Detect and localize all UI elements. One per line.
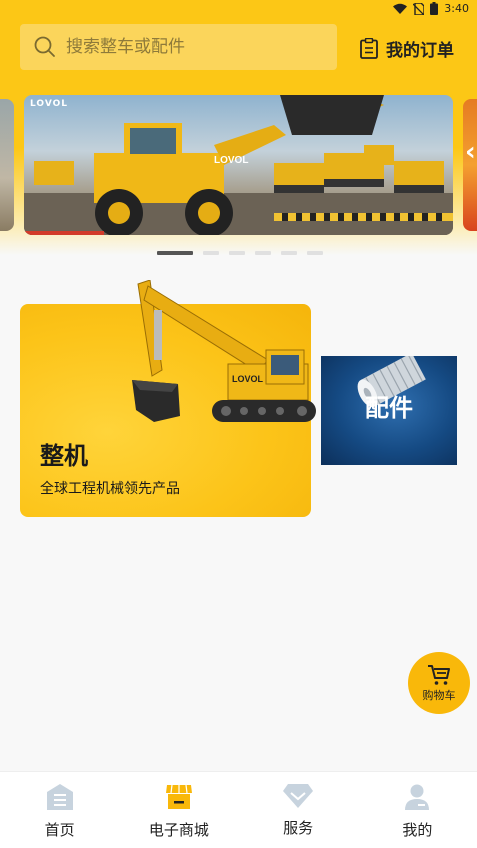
nav-label-shop: 电子商城 — [148, 821, 209, 839]
nav-item-profile[interactable]: 我的 — [358, 772, 477, 848]
cart-label: 购物车 — [422, 688, 456, 702]
nav-item-home[interactable]: 首页 — [0, 772, 119, 848]
banner-dot[interactable] — [307, 251, 323, 255]
banner-dot[interactable] — [203, 251, 219, 255]
category-card-parts[interactable]: 配件 — [321, 356, 457, 465]
banner-dot[interactable] — [281, 251, 297, 255]
my-orders-label: 我的订单 — [386, 41, 454, 61]
nav-item-service[interactable]: 服务 — [239, 772, 358, 848]
banner-prev-slide[interactable] — [0, 99, 14, 231]
profile-icon — [405, 784, 430, 810]
diamond-icon — [283, 784, 314, 808]
search-input[interactable] — [66, 37, 316, 57]
banner-dot[interactable] — [229, 251, 245, 255]
nav-item-shop[interactable]: 电子商城 — [119, 772, 238, 848]
banner-dot[interactable] — [157, 251, 193, 255]
banner-slide-main[interactable]: LOVOL LOVOL — [24, 95, 453, 235]
status-time: 3:40 — [444, 2, 469, 15]
wifi-icon — [393, 3, 408, 14]
svg-text:LOVOL: LOVOL — [214, 155, 248, 166]
loader-photo: LOVOL — [24, 95, 453, 235]
banner-dot[interactable] — [255, 251, 271, 255]
banner-next-slide[interactable]: ‹ — [463, 99, 477, 231]
nav-label-home: 首页 — [44, 821, 75, 839]
cart-button[interactable]: 购物车 — [408, 652, 470, 714]
search-box[interactable] — [20, 24, 337, 70]
parts-card-title: 配件 — [365, 394, 413, 422]
banner-pagination — [157, 251, 323, 255]
shop-icon — [165, 784, 192, 809]
svg-text:LOVOL: LOVOL — [232, 374, 264, 384]
banner-brand-logo: LOVOL — [30, 99, 69, 109]
machine-card-subtitle: 全球工程机械领先产品 — [40, 481, 180, 497]
machine-card-title: 整机 — [40, 442, 88, 470]
battery-icon — [430, 2, 439, 15]
cart-icon — [428, 664, 450, 685]
nav-label-service: 服务 — [283, 819, 314, 837]
status-bar: 3:40 — [0, 0, 477, 20]
banner-carousel[interactable]: LOVOL LOVOL ‹ — [0, 95, 477, 235]
next-slide-graphic: ‹ — [465, 137, 476, 167]
bottom-nav: 首页 电子商城 服务 我的 — [0, 771, 477, 848]
no-sim-icon — [413, 2, 425, 15]
nav-label-profile: 我的 — [402, 821, 433, 839]
excavator-image: LOVOL — [132, 280, 316, 422]
my-orders-button[interactable]: 我的订单 — [360, 36, 454, 61]
clipboard-icon — [360, 38, 378, 59]
search-icon — [34, 36, 55, 57]
category-card-machine[interactable]: LOVOL 整机 全球工程机械领先产品 — [20, 280, 316, 517]
home-icon — [46, 784, 73, 810]
